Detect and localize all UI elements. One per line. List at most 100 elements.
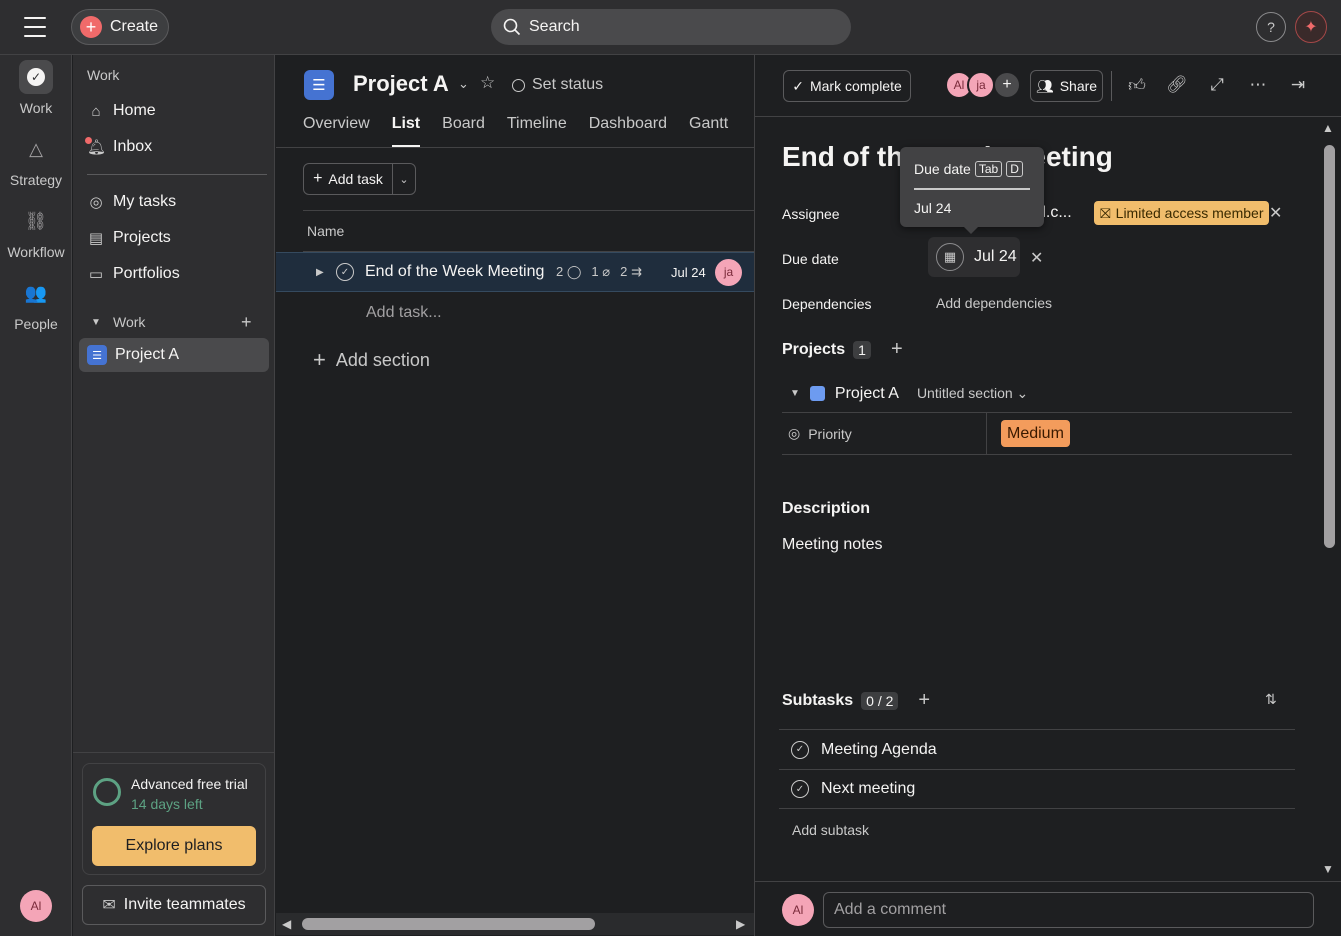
collaborator-avatar[interactable]: ja — [967, 71, 995, 99]
rail-item-work[interactable]: ✓ Work — [0, 60, 72, 116]
expand-icon[interactable]: ⤢ — [1206, 75, 1228, 95]
add-project-icon[interactable]: + — [891, 338, 903, 361]
set-status-button[interactable]: Set status — [512, 76, 603, 94]
tooltip-divider — [914, 188, 1030, 190]
trial-subtitle: 14 days left — [131, 796, 203, 812]
clear-due-date-icon[interactable]: ✕ — [1030, 248, 1043, 268]
collaborators[interactable]: Al ja + — [945, 71, 1019, 99]
explore-plans-button[interactable]: Explore plans — [92, 826, 256, 866]
sidebar-item-portfolios[interactable]: ▭ Portfolios — [79, 257, 269, 291]
comment-count: 2 ◯ — [556, 264, 582, 279]
rail-item-workflow[interactable]: ⛓ Workflow — [0, 204, 72, 261]
sidebar-item-label: Portfolios — [113, 265, 180, 282]
add-task-row[interactable]: Add task... — [366, 304, 442, 322]
add-project-icon[interactable]: + — [241, 312, 252, 333]
task-check-icon[interactable]: ✓ — [336, 263, 354, 281]
invite-teammates-button[interactable]: ✉ Invite teammates — [82, 885, 266, 925]
tooltip-date: Jul 24 — [914, 200, 952, 216]
caret-right-icon[interactable]: ▶ — [316, 267, 324, 278]
scrollbar-thumb[interactable] — [1324, 145, 1335, 548]
tab-list[interactable]: List — [391, 115, 421, 147]
link-icon[interactable]: 🔗︎ — [1166, 75, 1188, 95]
sidebar-section-label: Work — [113, 314, 146, 330]
add-dependencies-button[interactable]: Add dependencies — [936, 295, 1052, 311]
limited-access-label: Limited access member — [1115, 205, 1264, 221]
menu-icon[interactable] — [24, 17, 46, 37]
ai-sparkle-icon[interactable]: ✦ — [1295, 11, 1327, 43]
share-button[interactable]: 👥︎ Share — [1030, 70, 1103, 102]
list-item[interactable]: ✓ Meeting Agenda — [779, 729, 1295, 769]
assignee-avatar[interactable]: ja — [715, 258, 742, 286]
home-icon: ⌂ — [91, 102, 101, 120]
chevron-down-icon[interactable]: ⌄ — [458, 76, 469, 92]
scroll-left-icon[interactable]: ◀ — [282, 917, 291, 931]
description-body[interactable]: Meeting notes — [782, 536, 883, 554]
tab-timeline[interactable]: Timeline — [507, 115, 567, 147]
horizontal-scrollbar[interactable]: ◀ ▶ — [276, 913, 754, 935]
priority-label-cell: ◎ Priority — [788, 425, 852, 442]
scroll-down-icon[interactable]: ▼ — [1322, 862, 1334, 876]
mark-complete-button[interactable]: ✓ Mark complete — [783, 70, 911, 102]
due-date-field[interactable]: ▦ Jul 24 — [928, 237, 1020, 277]
vertical-scrollbar[interactable]: ▲ ▼ — [1315, 117, 1341, 881]
caret-down-icon[interactable]: ▼ — [790, 388, 800, 399]
more-icon[interactable]: ⋯ — [1247, 75, 1269, 95]
subtask-icon: ⇉ — [630, 264, 642, 279]
comment-icon: ◯ — [566, 264, 582, 279]
section-dropdown[interactable]: Untitled section ⌄ — [917, 385, 1028, 402]
column-header-name[interactable]: Name — [303, 210, 754, 252]
add-subtask-button[interactable]: Add subtask — [792, 822, 869, 838]
sidebar-item-my-tasks[interactable]: ◎ My tasks — [79, 185, 269, 219]
sidebar-section-work[interactable]: ▼ Work + — [79, 305, 269, 339]
scroll-right-icon[interactable]: ▶ — [736, 917, 745, 931]
list-item[interactable]: ✓ Next meeting — [779, 769, 1295, 809]
close-panel-icon[interactable]: ⇥ — [1287, 75, 1309, 95]
subtask-name[interactable]: Next meeting — [821, 780, 915, 798]
dependencies-label: Dependencies — [782, 296, 872, 312]
add-collaborator-icon[interactable]: + — [995, 73, 1019, 97]
priority-value[interactable]: Medium — [1001, 420, 1070, 447]
sidebar-item-projects[interactable]: ▤ Projects — [79, 221, 269, 255]
projects-count: 1 — [853, 340, 871, 359]
table-row[interactable]: ▶ ✓ End of the Week Meeting 2 ◯ 1 ⌀ 2 ⇉ … — [276, 252, 754, 292]
sort-icon[interactable]: ⇅ — [1265, 691, 1277, 708]
tab-overview[interactable]: Overview — [303, 115, 370, 147]
calendar-icon: ▦ — [936, 243, 964, 271]
help-button[interactable]: ? — [1256, 12, 1286, 42]
add-task-button[interactable]: + Add task — [303, 163, 393, 195]
create-button[interactable]: + Create — [71, 9, 169, 45]
add-section-button[interactable]: + Add section — [313, 347, 430, 373]
add-section-label: Add section — [335, 349, 430, 370]
trial-title: Advanced free trial — [131, 776, 248, 792]
project-name[interactable]: Project A — [835, 385, 899, 403]
user-avatar[interactable]: Al — [20, 890, 52, 922]
project-title[interactable]: Project A — [353, 71, 449, 97]
rail-item-strategy[interactable]: △ Strategy — [0, 132, 72, 189]
remove-assignee-icon[interactable]: ✕ — [1269, 203, 1282, 223]
rail-item-people[interactable]: 👥 People — [0, 276, 72, 333]
task-due-date[interactable]: Jul 24 — [671, 265, 706, 280]
subtask-check-icon[interactable]: ✓ — [791, 780, 809, 798]
subtask-check-icon[interactable]: ✓ — [791, 740, 809, 759]
attachment-count: 1 ⌀ — [591, 264, 611, 279]
sidebar-item-inbox[interactable]: 🔔︎ Inbox — [79, 130, 269, 164]
search-input[interactable]: Search — [491, 9, 851, 45]
add-subtask-icon[interactable]: + — [918, 689, 930, 712]
tab-dashboard[interactable]: Dashboard — [589, 115, 667, 147]
scrollbar-thumb[interactable] — [302, 918, 595, 930]
comment-input[interactable]: Add a comment — [823, 892, 1314, 928]
set-status-label: Set status — [532, 76, 604, 93]
sidebar-item-project-a[interactable]: ☰ Project A — [79, 338, 269, 372]
subtask-name[interactable]: Meeting Agenda — [821, 741, 937, 759]
thumbs-up-icon[interactable]: 👍︎ — [1126, 75, 1148, 96]
add-task-dropdown[interactable]: ⌄ — [392, 163, 416, 195]
rail-label: Workflow — [7, 244, 65, 260]
scroll-up-icon[interactable]: ▲ — [1322, 121, 1334, 135]
task-name[interactable]: End of the Week Meeting — [365, 263, 544, 281]
star-icon[interactable]: ☆ — [480, 73, 495, 93]
tab-board[interactable]: Board — [442, 115, 485, 147]
tab-gantt[interactable]: Gantt — [689, 115, 728, 147]
commenter-avatar: Al — [782, 894, 814, 926]
project-membership-row: ▼ Project A Untitled section ⌄ — [782, 375, 1292, 413]
sidebar-item-home[interactable]: ⌂ Home — [79, 94, 269, 128]
